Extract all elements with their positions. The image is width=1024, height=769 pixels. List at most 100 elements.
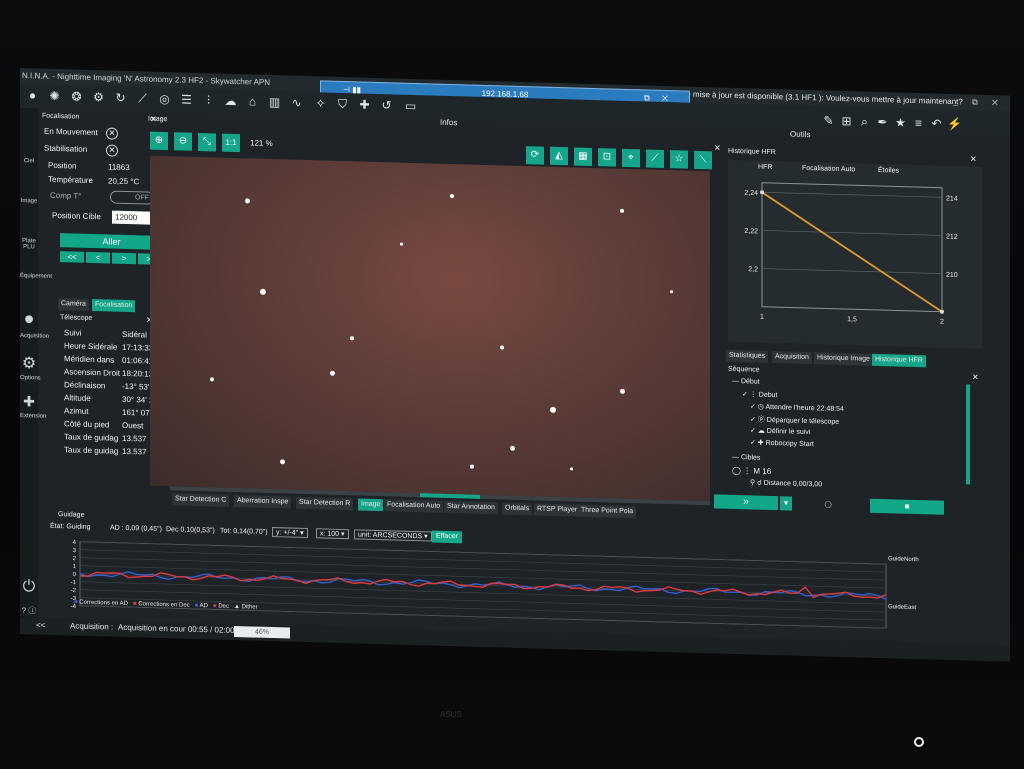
ruler-icon[interactable]: ⊞ — [838, 113, 855, 130]
telescope-icon[interactable]: ⟋ — [134, 90, 151, 107]
chevron-down-icon[interactable]: ▾ — [780, 496, 792, 511]
y-scale-select[interactable]: y: +/-4" ▾ — [272, 527, 308, 539]
tab-three-point[interactable]: Three Point Pola — [578, 504, 638, 519]
tab-camera[interactable]: Caméra — [58, 298, 90, 311]
rotate-icon[interactable]: ⟳ — [526, 146, 544, 165]
tab-historique-image[interactable]: Historique Image — [814, 352, 874, 366]
power-icon[interactable]: ⏻ — [20, 578, 38, 597]
tab-aberration[interactable]: Aberration Inspe — [234, 494, 293, 509]
nav-acquisition[interactable]: Acquisition — [20, 333, 49, 340]
guider-icon[interactable]: ◎ — [156, 91, 173, 108]
sequence-item[interactable]: ✓ ☁ Définir le suivi — [750, 426, 810, 436]
tab-autofocus[interactable]: Focalisation Auto — [384, 499, 445, 513]
shield-icon[interactable]: ⛉ — [334, 96, 351, 113]
notes-icon[interactable]: ✎ — [820, 112, 837, 129]
scroll-thumb[interactable] — [420, 493, 480, 499]
sequence-start-item[interactable]: ✓ ⋮ Debut — [742, 390, 777, 399]
close-icon[interactable]: ✕ — [970, 155, 977, 164]
tab-orbitals[interactable]: Orbitals — [502, 502, 534, 516]
moon-icon[interactable]: ● — [24, 87, 41, 104]
sequence-scrollbar[interactable] — [966, 384, 970, 485]
help-icon[interactable]: ? ⓘ — [20, 605, 38, 617]
puzzle-icon[interactable]: ✚ — [356, 96, 373, 113]
star-icon[interactable]: ★ — [892, 114, 909, 131]
filter-wheel-icon[interactable]: ❂ — [68, 88, 85, 105]
target-item[interactable]: ◯ ⋮ M 16 — [732, 466, 771, 476]
nav-ciel[interactable]: Ciel — [20, 158, 38, 165]
pen-icon[interactable]: ✒ — [874, 114, 891, 131]
tab-acquisition[interactable]: Acquisition — [772, 351, 813, 365]
list-icon[interactable]: ≡ — [910, 115, 927, 132]
tab-star-annotation[interactable]: Star Annotation — [444, 500, 499, 515]
weather-icon[interactable]: ☁ — [222, 93, 239, 110]
star-icon[interactable]: ☆ — [670, 150, 688, 169]
close-icon[interactable]: ✕ — [972, 373, 979, 382]
focuser-panel-title: Focalisation — [42, 112, 80, 121]
ruler-icon[interactable]: ⟍ — [694, 150, 712, 170]
focuser-icon[interactable]: ⚙ — [90, 89, 107, 106]
zoom-in-icon[interactable]: ⊕ — [150, 131, 168, 151]
wave-icon[interactable]: ∿ — [288, 94, 305, 111]
moving-indicator-icon: ✕ — [106, 127, 118, 140]
dome-icon[interactable]: ⌂ — [244, 93, 261, 110]
dec-trace — [79, 571, 887, 599]
unit-select[interactable]: unit: ARCSECONDS ▾ — [354, 529, 432, 542]
one-to-one-button[interactable]: 1:1 — [222, 133, 240, 153]
switch-icon[interactable]: ☰ — [178, 91, 195, 108]
video-icon[interactable]: ▭ — [402, 98, 419, 115]
guide-y-tick: 3 — [73, 548, 77, 554]
zoom-out-icon[interactable]: ⊖ — [174, 132, 192, 151]
sequence-item[interactable]: ✓ ◷ Attendre l'heure 22:48:54 — [750, 402, 844, 413]
sequence-item[interactable]: ✓ ✚ Robocopy Start — [750, 438, 814, 448]
search-icon[interactable]: ⌕ — [856, 113, 873, 130]
fit-icon[interactable]: ⤡ — [198, 132, 216, 152]
laptop-brand: ASUS — [440, 710, 462, 719]
grid-icon[interactable]: ▦ — [574, 147, 592, 166]
rotator-icon[interactable]: ↻ — [112, 90, 129, 107]
step-far-left-button[interactable]: << — [60, 251, 84, 263]
nav-image[interactable]: Image — [20, 198, 38, 205]
start-sequence-button[interactable]: » — [714, 494, 778, 511]
lightning-icon[interactable]: ⚡ — [946, 116, 963, 133]
x-scale-select[interactable]: x: 100 ▾ — [316, 528, 349, 540]
bar-chart-icon[interactable]: ▥ — [266, 94, 283, 111]
nav-options[interactable]: Options — [20, 375, 41, 382]
stretch-icon[interactable]: ⊡ — [598, 148, 616, 167]
camera-aperture-icon[interactable]: ✺ — [46, 88, 63, 105]
temp-comp-toggle[interactable]: OFF — [110, 190, 154, 205]
collapse-button[interactable]: << — [36, 618, 45, 632]
tab-star-detection-c[interactable]: Star Detection C — [172, 493, 231, 507]
tab-image[interactable]: Image — [358, 498, 385, 512]
go-button[interactable]: Aller — [60, 233, 163, 250]
crosshair-icon[interactable]: ⌖ — [622, 148, 640, 168]
history-icon[interactable]: ↶ — [928, 115, 945, 132]
close-icon[interactable]: ✕ — [714, 143, 721, 152]
nav-equipement[interactable]: Équipement — [20, 273, 52, 280]
outils-label[interactable]: Outils — [790, 130, 810, 140]
puzzle-icon[interactable]: ✚ — [20, 393, 38, 411]
tab-historique-hfr[interactable]: Historique HFR — [872, 353, 927, 368]
astro-image[interactable] — [150, 155, 710, 502]
lightbulb-icon[interactable]: ✧ — [312, 95, 329, 112]
clear-button[interactable]: Effacer — [432, 530, 463, 544]
step-right-button[interactable]: > — [112, 252, 136, 265]
tab-rtsp[interactable]: RTSP Player — [534, 503, 582, 517]
sequence-item[interactable]: ✓ ⓟ Déparquer le télescope — [750, 414, 839, 426]
infos-label[interactable]: Infos — [440, 118, 457, 127]
tab-statistiques[interactable]: Statistiques — [726, 349, 770, 363]
gridline — [762, 191, 942, 198]
sliders-icon[interactable]: ⫶ — [200, 92, 217, 109]
refresh-icon[interactable]: ↺ — [378, 97, 395, 114]
star — [670, 290, 673, 294]
stop-sequence-button[interactable]: ■ — [870, 498, 944, 515]
acquisition-icon[interactable]: ● — [20, 308, 38, 330]
tab-star-detection-r[interactable]: Star Detection R — [296, 496, 355, 511]
wand-icon[interactable]: ⟋ — [646, 149, 664, 168]
window-controls[interactable]: _ ⧉ ✕ — [953, 94, 1004, 111]
step-left-button[interactable]: < — [86, 251, 110, 264]
nav-plate[interactable]: Plate PLU — [20, 238, 38, 251]
tab-focalisation[interactable]: Focalisation — [92, 299, 137, 313]
nav-extension[interactable]: Extension — [20, 413, 46, 420]
gear-icon[interactable]: ⚙ — [20, 353, 38, 374]
mirror-icon[interactable]: ◭ — [550, 146, 568, 166]
